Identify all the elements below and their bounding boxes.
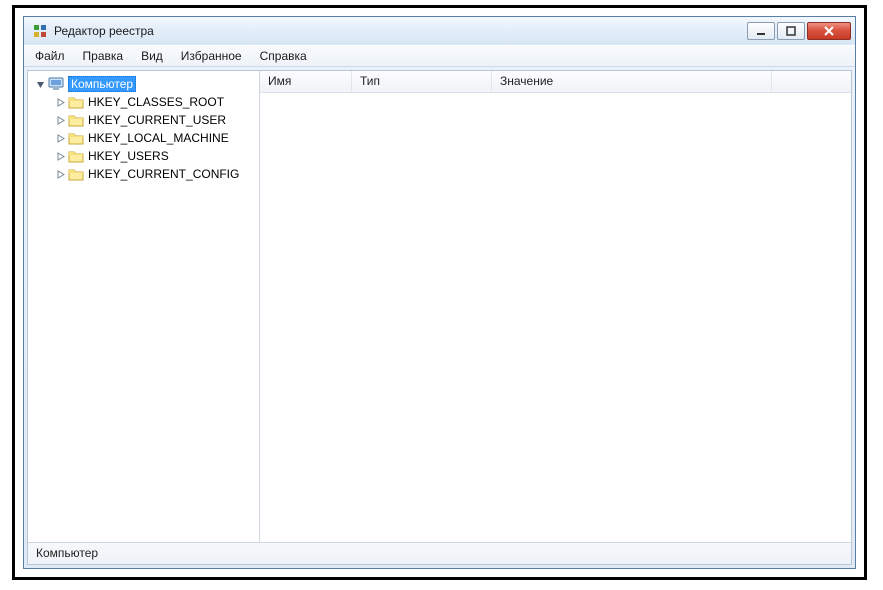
collapse-icon[interactable] [34,78,46,90]
tree-item-label[interactable]: HKEY_CURRENT_USER [88,113,226,127]
menubar: Файл Правка Вид Избранное Справка [24,45,855,67]
window-title: Редактор реестра [54,24,747,38]
list-pane: Имя Тип Значение [260,71,851,542]
expand-icon[interactable] [54,168,66,180]
tree-item-label[interactable]: HKEY_CLASSES_ROOT [88,95,224,109]
computer-icon [48,76,64,92]
titlebar[interactable]: Редактор реестра [24,17,855,45]
registry-editor-window: Редактор реестра Файл Правка Вид Избранн… [23,16,856,569]
tree-item[interactable]: HKEY_CURRENT_CONFIG [28,165,259,183]
tree-item-label[interactable]: HKEY_USERS [88,149,169,163]
menu-file[interactable]: Файл [26,46,74,66]
statusbar-path: Компьютер [36,546,98,560]
client-area: Компьютер HKEY_CLASSES_ROOT HKEY_CURRENT_… [27,70,852,565]
column-value[interactable]: Значение [492,71,772,92]
column-type[interactable]: Тип [352,71,492,92]
minimize-button[interactable] [747,22,775,40]
maximize-button[interactable] [777,22,805,40]
folder-icon [68,112,84,128]
tree-item[interactable]: HKEY_LOCAL_MACHINE [28,129,259,147]
menu-favorites[interactable]: Избранное [172,46,251,66]
expand-icon[interactable] [54,96,66,108]
tree-item-label[interactable]: HKEY_CURRENT_CONFIG [88,167,239,181]
statusbar: Компьютер [28,542,851,564]
folder-icon [68,166,84,182]
tree-item[interactable]: HKEY_USERS [28,147,259,165]
expand-icon[interactable] [54,150,66,162]
folder-icon [68,94,84,110]
tree-root-row[interactable]: Компьютер [28,75,259,93]
tree-item-label[interactable]: HKEY_LOCAL_MACHINE [88,131,229,145]
tree-root-label[interactable]: Компьютер [68,76,136,92]
list-body[interactable] [260,93,851,542]
tree-item[interactable]: HKEY_CLASSES_ROOT [28,93,259,111]
app-icon [32,23,48,39]
panes: Компьютер HKEY_CLASSES_ROOT HKEY_CURRENT_… [28,71,851,542]
tree-pane[interactable]: Компьютер HKEY_CLASSES_ROOT HKEY_CURRENT_… [28,71,260,542]
expand-icon[interactable] [54,132,66,144]
menu-help[interactable]: Справка [251,46,316,66]
screenshot-frame: Редактор реестра Файл Правка Вид Избранн… [12,5,867,580]
folder-icon [68,130,84,146]
menu-view[interactable]: Вид [132,46,172,66]
window-buttons [747,22,851,40]
expand-icon[interactable] [54,114,66,126]
column-spacer[interactable] [772,71,851,92]
folder-icon [68,148,84,164]
list-header: Имя Тип Значение [260,71,851,93]
menu-edit[interactable]: Правка [74,46,133,66]
column-name[interactable]: Имя [260,71,352,92]
close-button[interactable] [807,22,851,40]
tree-item[interactable]: HKEY_CURRENT_USER [28,111,259,129]
